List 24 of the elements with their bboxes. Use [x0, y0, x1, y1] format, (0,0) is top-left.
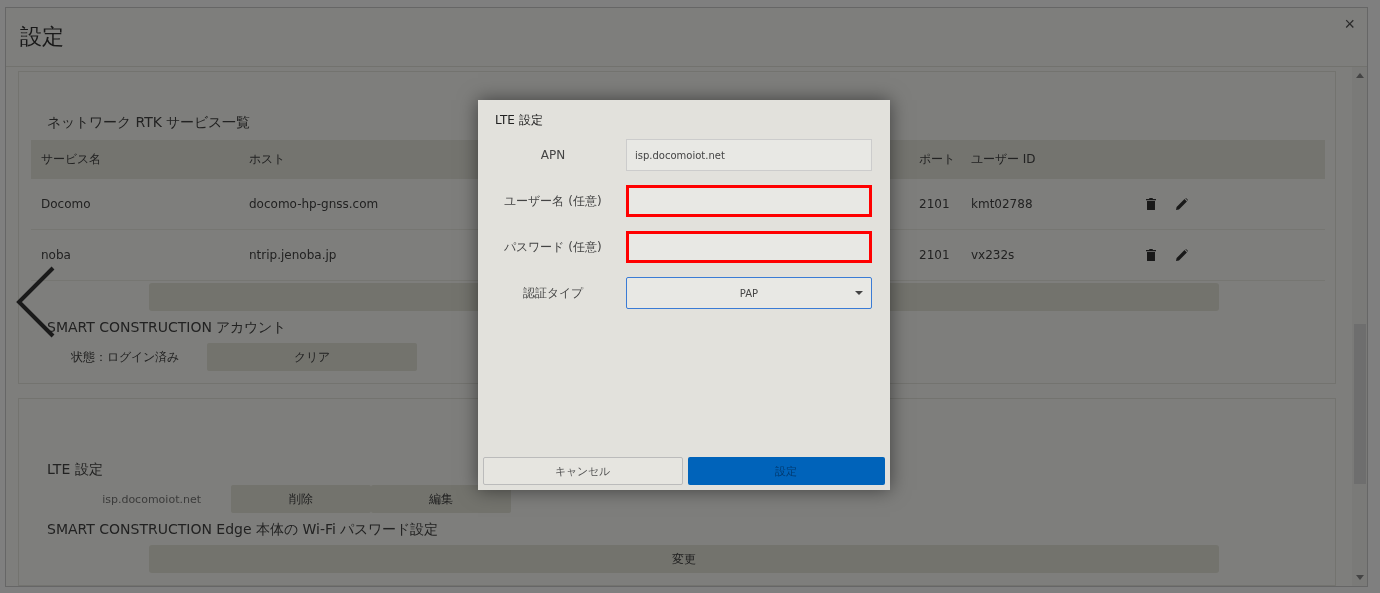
window-title: 設定 [20, 23, 64, 51]
column-header: ホスト [249, 151, 285, 168]
field-label: APN [539, 148, 567, 162]
table-cell: Docomo [41, 197, 91, 211]
table-cell: 2101 [919, 197, 950, 211]
table-cell: ntrip.jenoba.jp [249, 248, 337, 262]
field-label: ユーザー名 (任意) [503, 192, 603, 210]
table-cell: vx232s [971, 248, 1015, 262]
table-cell: noba [41, 248, 71, 262]
apn-value: isp.docomoiot.net [101, 492, 201, 506]
field-label: 認証タイプ [522, 284, 585, 302]
column-header: ユーザー ID [971, 151, 1036, 168]
section-heading: SMART CONSTRUCTION アカウント [47, 319, 287, 337]
dialog-title: LTE 設定 [495, 112, 544, 129]
section-heading: LTE 設定 [47, 461, 103, 479]
table-cell: kmt02788 [971, 197, 1033, 211]
section-heading: SMART CONSTRUCTION Edge 本体の Wi-Fi パスワード設定 [47, 521, 439, 539]
table-cell: 2101 [919, 248, 950, 262]
column-header: ポート [919, 151, 955, 168]
field-label: パスワード (任意) [503, 238, 603, 256]
table-cell: docomo-hp-gnss.com [249, 197, 379, 211]
status-label: 状態：ログイン済み [70, 348, 179, 366]
section-heading: ネットワーク RTK サービス一覧 [47, 114, 251, 132]
column-header: サービス名 [41, 151, 101, 168]
